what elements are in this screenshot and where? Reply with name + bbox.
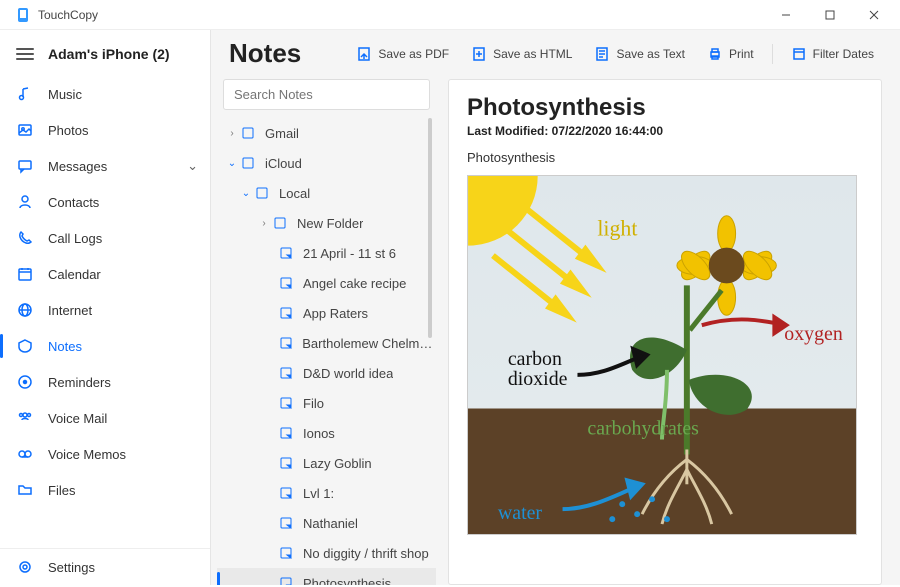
- diagram-label-water: water: [498, 502, 543, 524]
- chevron-right-icon: ›: [257, 218, 271, 229]
- tree-folder-gmail[interactable]: ›Gmail: [217, 118, 436, 148]
- note-title: Photosynthesis: [467, 94, 863, 122]
- note-last-modified: Last Modified: 07/22/2020 16:44:00: [467, 124, 863, 138]
- html-icon: [471, 46, 487, 62]
- note-icon: [279, 245, 295, 261]
- note-icon: [279, 365, 295, 381]
- window-close-button[interactable]: [852, 0, 896, 30]
- sidebar-nav: Music Photos Messages ⌄ Contacts Call Lo…: [0, 76, 210, 548]
- voicemail-icon: [16, 409, 34, 427]
- save-text-button[interactable]: Save as Text: [586, 42, 692, 66]
- notes-tree[interactable]: ›Gmail ⌄iCloud ⌄Local ›New Folder 21 Apr…: [217, 118, 436, 585]
- folder-icon: [16, 481, 34, 499]
- tree-note[interactable]: Lazy Goblin: [217, 448, 436, 478]
- diagram-label-carbs: carbohydrates: [587, 418, 699, 440]
- window-minimize-button[interactable]: [764, 0, 808, 30]
- notes-tree-panel: ›Gmail ⌄iCloud ⌄Local ›New Folder 21 Apr…: [211, 79, 436, 585]
- filter-dates-button[interactable]: Filter Dates: [783, 42, 882, 66]
- tree-note[interactable]: Filo: [217, 388, 436, 418]
- tree-folder-local[interactable]: ⌄Local: [217, 178, 436, 208]
- voice-memos-icon: [16, 445, 34, 463]
- sidebar-item-voice-memos[interactable]: Voice Memos: [0, 436, 210, 472]
- search-input[interactable]: [223, 79, 430, 110]
- menu-icon[interactable]: [16, 48, 34, 60]
- diagram-label-oxygen: oxygen: [784, 323, 843, 345]
- sidebar-item-photos[interactable]: Photos: [0, 112, 210, 148]
- reminders-icon: [16, 373, 34, 391]
- note-icon: [279, 545, 295, 561]
- note-icon: [279, 515, 295, 531]
- chevron-down-icon: ⌄: [187, 158, 198, 174]
- note-image: light oxygen: [467, 175, 863, 570]
- sidebar-item-calendar[interactable]: Calendar: [0, 256, 210, 292]
- sidebar-item-contacts[interactable]: Contacts: [0, 184, 210, 220]
- svg-text:dioxide: dioxide: [508, 368, 568, 390]
- messages-icon: [16, 157, 34, 175]
- save-html-button[interactable]: Save as HTML: [463, 42, 580, 66]
- sidebar-item-call-logs[interactable]: Call Logs: [0, 220, 210, 256]
- note-icon: [279, 395, 295, 411]
- note-icon: [279, 485, 295, 501]
- globe-icon: [16, 301, 34, 319]
- tree-note-selected[interactable]: Photosynthesis: [217, 568, 436, 585]
- sidebar-item-messages[interactable]: Messages ⌄: [0, 148, 210, 184]
- folder-icon: [241, 125, 257, 141]
- sidebar-item-voice-mail[interactable]: Voice Mail: [0, 400, 210, 436]
- pdf-icon: [356, 46, 372, 62]
- diagram-label-light: light: [597, 217, 637, 241]
- svg-text:carbon: carbon: [508, 348, 562, 370]
- sidebar-item-notes[interactable]: Notes: [0, 328, 210, 364]
- chevron-down-icon: ⌄: [225, 158, 239, 169]
- folder-icon: [241, 155, 257, 171]
- window-maximize-button[interactable]: [808, 0, 852, 30]
- tree-note[interactable]: Angel cake recipe: [217, 268, 436, 298]
- sidebar-item-settings[interactable]: Settings: [0, 549, 210, 585]
- page-title: Notes: [229, 38, 301, 69]
- note-icon: [279, 455, 295, 471]
- gear-icon: [16, 558, 34, 576]
- tree-note[interactable]: D&D world idea: [217, 358, 436, 388]
- tree-note[interactable]: Ionos: [217, 418, 436, 448]
- window-titlebar: TouchCopy: [0, 0, 900, 30]
- sidebar-item-internet[interactable]: Internet: [0, 292, 210, 328]
- tree-note[interactable]: No diggity / thrift shop: [217, 538, 436, 568]
- photos-icon: [16, 121, 34, 139]
- folder-icon: [255, 185, 271, 201]
- note-icon: [279, 275, 295, 291]
- note-icon: [279, 575, 295, 585]
- note-body-text: Photosynthesis: [467, 150, 863, 165]
- music-icon: [16, 85, 34, 103]
- note-icon: [279, 425, 295, 441]
- sidebar-item-reminders[interactable]: Reminders: [0, 364, 210, 400]
- sidebar-item-files[interactable]: Files: [0, 472, 210, 508]
- tree-note[interactable]: Lvl 1:: [217, 478, 436, 508]
- sidebar-item-music[interactable]: Music: [0, 76, 210, 112]
- chevron-right-icon: ›: [225, 128, 239, 139]
- phone-icon: [16, 229, 34, 247]
- chevron-down-icon: ⌄: [239, 188, 253, 199]
- note-viewer: Photosynthesis Last Modified: 07/22/2020…: [448, 79, 882, 585]
- print-icon: [707, 46, 723, 62]
- notes-icon: [16, 337, 34, 355]
- contacts-icon: [16, 193, 34, 211]
- tree-folder-icloud[interactable]: ⌄iCloud: [217, 148, 436, 178]
- filter-icon: [791, 46, 807, 62]
- toolbar: Save as PDF Save as HTML Save as Text Pr…: [348, 42, 882, 66]
- calendar-icon: [16, 265, 34, 283]
- app-logo-icon: [16, 7, 32, 23]
- tree-note[interactable]: 21 April - 11 st 6: [217, 238, 436, 268]
- note-icon: [279, 305, 295, 321]
- device-name: Adam's iPhone (2): [48, 46, 170, 62]
- save-pdf-button[interactable]: Save as PDF: [348, 42, 457, 66]
- print-button[interactable]: Print: [699, 42, 762, 66]
- folder-icon: [273, 215, 289, 231]
- app-title: TouchCopy: [38, 8, 98, 22]
- tree-folder-newfolder[interactable]: ›New Folder: [217, 208, 436, 238]
- text-icon: [594, 46, 610, 62]
- tree-note[interactable]: Nathaniel: [217, 508, 436, 538]
- sidebar: Adam's iPhone (2) Music Photos Messages …: [0, 30, 210, 585]
- tree-note[interactable]: Bartholemew Chelmswo: [217, 328, 436, 358]
- note-icon: [279, 335, 294, 351]
- tree-note[interactable]: App Raters: [217, 298, 436, 328]
